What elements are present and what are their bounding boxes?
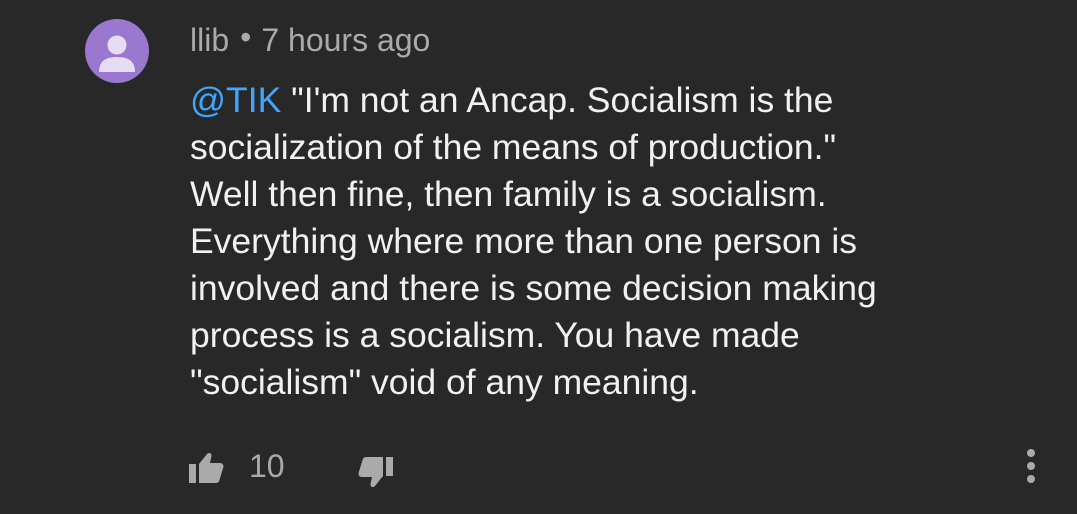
more-options-button[interactable] bbox=[1016, 448, 1046, 488]
comment-line: socialization of the means of production… bbox=[190, 127, 837, 167]
like-count: 10 bbox=[249, 448, 285, 484]
vertical-ellipsis-icon bbox=[1027, 449, 1035, 483]
comment-header: llib • 7 hours ago bbox=[190, 19, 430, 60]
like-button[interactable] bbox=[186, 448, 226, 488]
meta-separator: • bbox=[240, 19, 252, 55]
comment-line: @TIK "I'm not an Ancap. Socialism is the bbox=[190, 77, 1030, 124]
mention-link[interactable]: @TIK bbox=[190, 80, 281, 120]
user-silhouette-icon bbox=[99, 35, 135, 72]
comment-actions: 10 bbox=[186, 448, 1056, 488]
comment-line: "socialism" void of any meaning. bbox=[190, 362, 699, 402]
thumbs-down-icon bbox=[358, 457, 393, 488]
comment-line-text: "I'm not an Ancap. Socialism is the bbox=[281, 80, 834, 120]
comment-line: process is a socialism. You have made bbox=[190, 315, 800, 355]
comment-line: Everything where more than one person is bbox=[190, 221, 857, 261]
comment-line: Well then fine, then family is a sociali… bbox=[190, 174, 827, 214]
comment-card: llib • 7 hours ago @TIK "I'm not an Ancap.… bbox=[0, 0, 1077, 514]
comment-text: @TIK "I'm not an Ancap. Socialism is the… bbox=[190, 77, 1030, 406]
comment-timestamp[interactable]: 7 hours ago bbox=[261, 22, 430, 58]
dislike-button[interactable] bbox=[356, 452, 396, 492]
comment-line: involved and there is some decision maki… bbox=[190, 268, 877, 308]
author-name[interactable]: llib bbox=[190, 22, 229, 58]
thumbs-up-icon bbox=[189, 452, 224, 483]
avatar[interactable] bbox=[85, 19, 149, 83]
